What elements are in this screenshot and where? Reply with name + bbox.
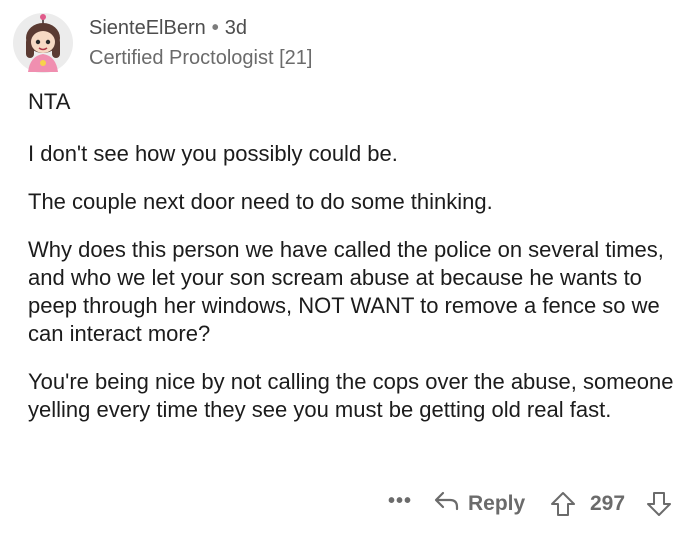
comment-paragraph: You're being nice by not calling the cop… <box>28 369 674 422</box>
more-icon[interactable]: ••• <box>388 490 412 513</box>
comment-paragraph: Why does this person we have called the … <box>28 237 664 346</box>
vote-score: 297 <box>590 492 626 515</box>
downvote-arrow-icon[interactable] <box>646 491 672 523</box>
comment-paragraph: NTA <box>28 89 71 114</box>
author-username[interactable]: SienteElBern <box>89 17 206 39</box>
comment: SienteElBern • 3d Certified Proctologist [… <box>0 0 700 537</box>
reply-button[interactable]: Reply <box>434 486 525 522</box>
comment-paragraph: The couple next door need to do some thi… <box>28 189 493 214</box>
reply-label: Reply <box>468 492 526 515</box>
meta-separator: • <box>211 17 219 39</box>
comment-body: NTA I don't see how you possibly could b… <box>28 88 688 424</box>
reply-arrow-icon <box>434 490 468 518</box>
user-flair: Certified Proctologist [21] <box>89 47 313 69</box>
avatar[interactable] <box>12 12 74 74</box>
comment-timestamp[interactable]: 3d <box>225 17 247 39</box>
comment-author-line: SienteElBern • 3d <box>89 15 247 41</box>
upvote-arrow-icon[interactable] <box>550 491 576 523</box>
comment-actions: ••• Reply 297 <box>380 486 680 522</box>
comment-paragraph: I don't see how you possibly could be. <box>28 141 398 166</box>
